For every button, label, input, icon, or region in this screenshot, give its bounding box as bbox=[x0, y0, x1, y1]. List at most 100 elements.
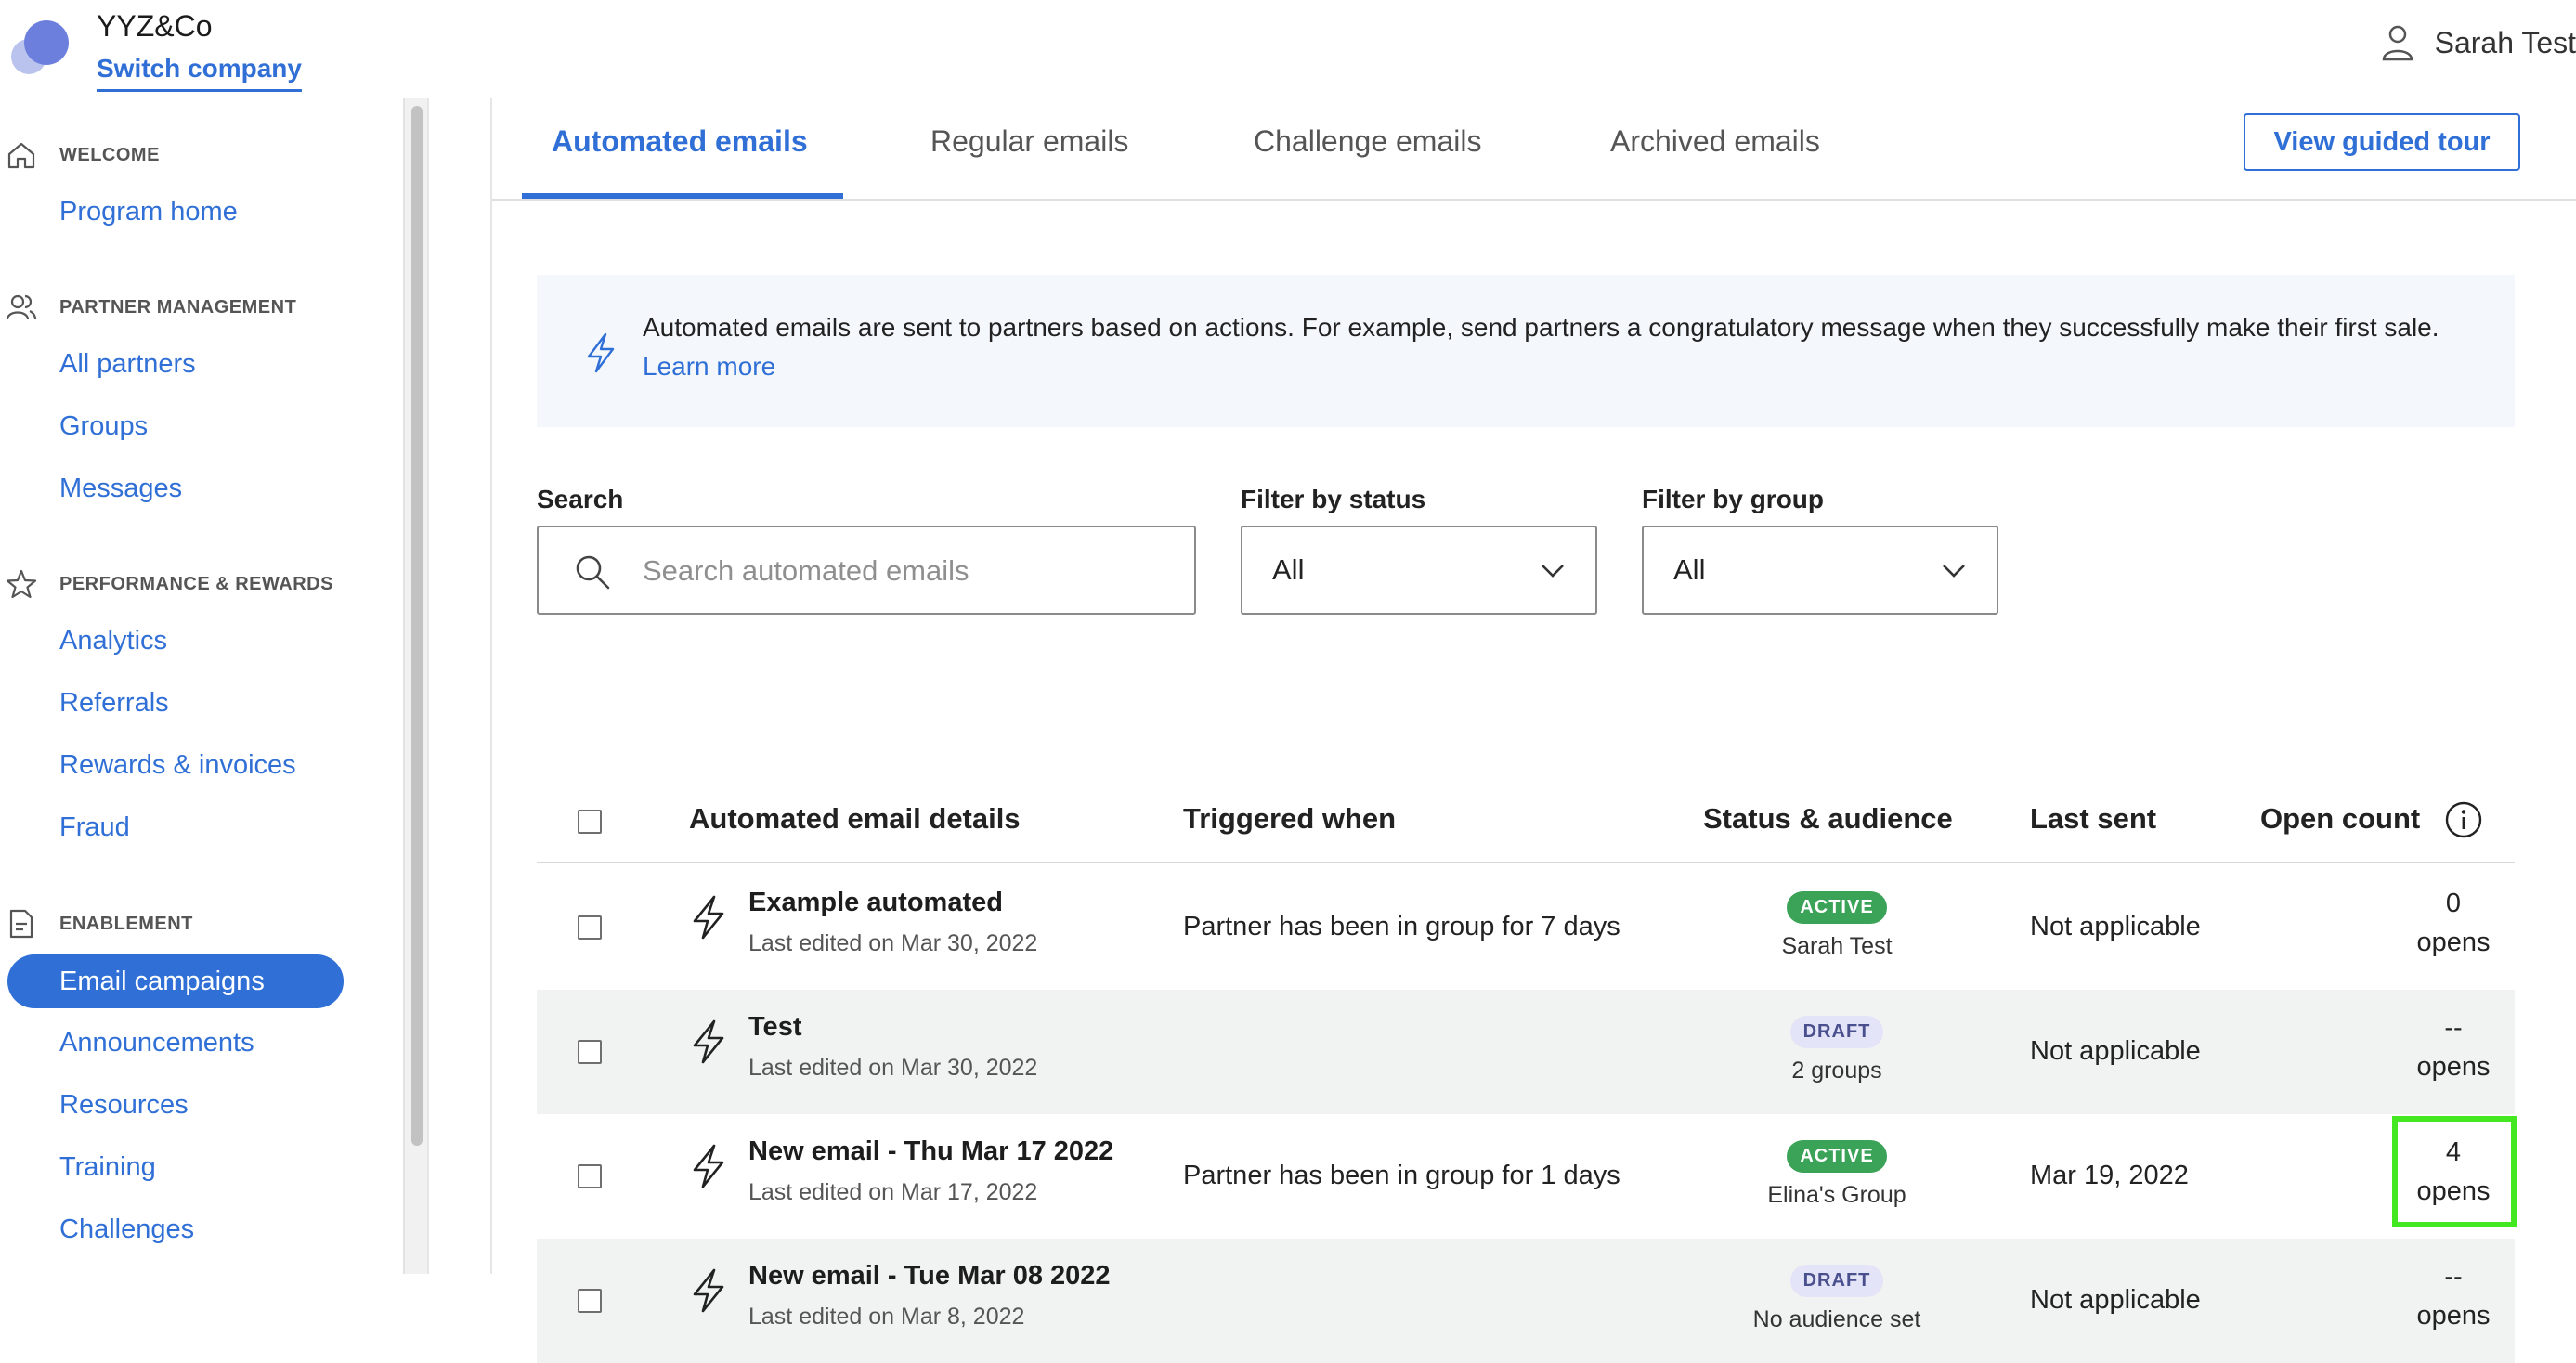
info-text: Automated emails are sent to partners ba… bbox=[643, 308, 2481, 386]
sidebar-item-analytics[interactable]: Analytics bbox=[59, 626, 167, 656]
open-count-value: 4 bbox=[2445, 1137, 2462, 1167]
last-sent: Not applicable bbox=[2030, 1036, 2201, 1066]
status-audience: DRAFT 2 groups bbox=[1660, 1016, 2013, 1084]
status-badge: DRAFT bbox=[1789, 1265, 1884, 1297]
select-all-checkbox[interactable] bbox=[578, 810, 602, 834]
users-icon bbox=[6, 294, 37, 320]
search-field[interactable] bbox=[537, 526, 1196, 615]
company-logo bbox=[11, 19, 71, 74]
sidebar-item-fraud[interactable]: Fraud bbox=[59, 812, 130, 843]
row-checkbox[interactable] bbox=[578, 1040, 602, 1064]
table-row[interactable]: Test Last edited on Mar 30, 2022 DRAFT 2… bbox=[537, 990, 2515, 1114]
status-audience: DRAFT No audience set bbox=[1660, 1265, 2013, 1333]
last-edited: Last edited on Mar 17, 2022 bbox=[748, 1179, 1038, 1205]
lightning-icon bbox=[693, 1144, 724, 1188]
tab-archived-emails[interactable]: Archived emails bbox=[1610, 124, 1820, 159]
tab-challenge-emails[interactable]: Challenge emails bbox=[1254, 124, 1481, 159]
document-icon bbox=[9, 909, 33, 939]
group-filter-value: All bbox=[1673, 553, 1706, 586]
open-count-value: 0 bbox=[2445, 889, 2462, 918]
user-icon bbox=[2382, 25, 2413, 61]
search-input[interactable] bbox=[643, 546, 1172, 596]
group-filter-select[interactable]: All bbox=[1642, 526, 1998, 615]
open-count-value: -- bbox=[2444, 1262, 2463, 1292]
table-row[interactable]: New email - Thu Mar 17 2022 Last edited … bbox=[537, 1114, 2517, 1239]
sidebar-section-welcome: WELCOME bbox=[0, 139, 160, 171]
info-icon[interactable] bbox=[2444, 800, 2483, 839]
top-bar: YYZ&Co Switch company Sarah Test bbox=[0, 0, 2576, 98]
open-count: 4 opens bbox=[2337, 1133, 2569, 1211]
section-label-welcome: WELCOME bbox=[59, 144, 160, 165]
tab-bar: Automated emails Regular emails Challeng… bbox=[492, 98, 2576, 201]
sidebar-item-resources[interactable]: Resources bbox=[59, 1090, 189, 1121]
sidebar-item-email-campaigns[interactable]: Email campaigns bbox=[7, 954, 344, 1008]
sidebar-item-groups[interactable]: Groups bbox=[59, 411, 148, 442]
column-header-last-sent: Last sent bbox=[2030, 802, 2157, 835]
last-sent: Not applicable bbox=[2030, 912, 2201, 941]
audience-text: No audience set bbox=[1752, 1306, 1921, 1332]
sidebar-item-referrals[interactable]: Referrals bbox=[59, 688, 169, 719]
trigger-text: Partner has been in group for 1 days bbox=[1183, 1161, 1620, 1190]
chevron-down-icon bbox=[1542, 565, 1564, 578]
open-count-unit: opens bbox=[2416, 1301, 2491, 1331]
sidebar-item-rewards-invoices[interactable]: Rewards & invoices bbox=[59, 750, 296, 781]
section-label-enablement: ENABLEMENT bbox=[59, 913, 193, 934]
email-title[interactable]: Example automated bbox=[748, 888, 1003, 918]
email-title[interactable]: New email - Thu Mar 17 2022 bbox=[748, 1136, 1113, 1167]
section-label-performance-rewards: PERFORMANCE & REWARDS bbox=[59, 573, 333, 594]
sidebar-section-performance-rewards: PERFORMANCE & REWARDS bbox=[0, 568, 333, 600]
open-count-unit: opens bbox=[2416, 928, 2491, 957]
view-guided-tour-button[interactable]: View guided tour bbox=[2244, 113, 2520, 171]
sidebar: WELCOME Program home PARTNER MANAGEMENT … bbox=[0, 98, 405, 1274]
audience-text: Sarah Test bbox=[1781, 933, 1893, 959]
star-icon bbox=[6, 569, 37, 599]
status-audience: ACTIVE Sarah Test bbox=[1660, 891, 2013, 960]
sidebar-item-messages[interactable]: Messages bbox=[59, 474, 182, 504]
status-badge: ACTIVE bbox=[1787, 891, 1887, 924]
table-header: Automated email details Triggered when S… bbox=[537, 776, 2515, 863]
home-icon bbox=[7, 142, 35, 169]
status-badge: DRAFT bbox=[1789, 1016, 1884, 1048]
group-filter-label: Filter by group bbox=[1642, 485, 1824, 513]
lightning-icon bbox=[693, 1019, 724, 1064]
tab-regular-emails[interactable]: Regular emails bbox=[930, 124, 1128, 159]
status-filter-label: Filter by status bbox=[1241, 485, 1426, 513]
sidebar-item-training[interactable]: Training bbox=[59, 1152, 156, 1183]
row-checkbox[interactable] bbox=[578, 1289, 602, 1313]
sidebar-item-challenges[interactable]: Challenges bbox=[59, 1214, 194, 1245]
open-count-value: -- bbox=[2444, 1013, 2463, 1043]
email-title[interactable]: Test bbox=[748, 1012, 801, 1043]
lightning-icon bbox=[693, 895, 724, 940]
sidebar-item-program-home[interactable]: Program home bbox=[59, 197, 238, 227]
email-title[interactable]: New email - Tue Mar 08 2022 bbox=[748, 1261, 1111, 1292]
row-checkbox[interactable] bbox=[578, 915, 602, 940]
row-checkbox[interactable] bbox=[578, 1164, 602, 1188]
table-row[interactable]: Example automated Last edited on Mar 30,… bbox=[537, 865, 2515, 990]
table-row[interactable]: New email - Tue Mar 08 2022 Last edited … bbox=[537, 1239, 2515, 1363]
open-count: -- opens bbox=[2337, 1008, 2569, 1086]
sidebar-section-enablement: ENABLEMENT bbox=[0, 908, 193, 940]
section-label-partner-management: PARTNER MANAGEMENT bbox=[59, 296, 297, 318]
sidebar-item-all-partners[interactable]: All partners bbox=[59, 349, 196, 380]
column-header-details: Automated email details bbox=[689, 802, 1021, 835]
user-menu[interactable]: Sarah Test bbox=[2381, 20, 2576, 65]
learn-more-link[interactable]: Learn more bbox=[643, 352, 775, 381]
audience-text: Elina's Group bbox=[1767, 1182, 1906, 1208]
status-badge: ACTIVE bbox=[1787, 1140, 1887, 1173]
sidebar-scrollbar[interactable] bbox=[405, 98, 429, 1274]
switch-company-link[interactable]: Switch company bbox=[97, 54, 302, 92]
sidebar-item-announcements[interactable]: Announcements bbox=[59, 1028, 254, 1058]
main-content: Automated emails Regular emails Challeng… bbox=[490, 98, 2576, 1363]
status-filter-select[interactable]: All bbox=[1241, 526, 1597, 615]
open-count-unit: opens bbox=[2416, 1176, 2491, 1206]
status-audience: ACTIVE Elina's Group bbox=[1660, 1140, 2013, 1209]
status-filter-value: All bbox=[1272, 553, 1305, 586]
lightning-icon bbox=[693, 1268, 724, 1313]
open-count-unit: opens bbox=[2416, 1052, 2491, 1082]
open-count: -- opens bbox=[2337, 1257, 2569, 1335]
tab-automated-emails[interactable]: Automated emails bbox=[552, 124, 808, 159]
sidebar-section-partner-management: PARTNER MANAGEMENT bbox=[0, 292, 296, 323]
audience-text: 2 groups bbox=[1791, 1058, 1882, 1084]
info-message: Automated emails are sent to partners ba… bbox=[643, 313, 2439, 342]
scrollbar-thumb[interactable] bbox=[411, 106, 423, 1146]
